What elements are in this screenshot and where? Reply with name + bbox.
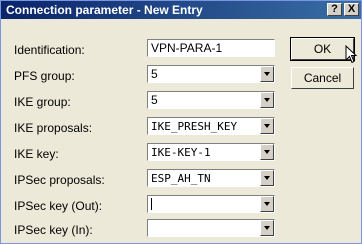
pfs-group-value: 5 bbox=[151, 67, 158, 81]
chevron-down-icon[interactable] bbox=[260, 220, 274, 236]
chevron-down-icon[interactable] bbox=[260, 170, 274, 186]
cancel-button[interactable]: Cancel bbox=[291, 67, 354, 89]
dialog-window: Connection parameter - New Entry ? X Ide… bbox=[0, 0, 362, 244]
identification-field[interactable]: VPN-PARA-1 bbox=[147, 39, 275, 57]
ike-group-select[interactable]: 5 bbox=[147, 91, 275, 109]
ipsec-proposals-label: IPSec proposals: bbox=[14, 173, 105, 187]
chevron-down-icon[interactable] bbox=[260, 66, 274, 82]
close-button[interactable]: X bbox=[344, 3, 359, 16]
help-icon: ? bbox=[331, 3, 338, 15]
cancel-button-label: Cancel bbox=[303, 71, 342, 85]
ike-proposals-select[interactable]: IKE_PRESH_KEY bbox=[147, 117, 275, 135]
text-caret bbox=[151, 198, 152, 210]
ike-key-label: IKE key: bbox=[14, 147, 59, 161]
chevron-down-icon[interactable] bbox=[260, 92, 274, 108]
ok-button-label: OK bbox=[313, 42, 332, 56]
identification-label: Identification: bbox=[14, 43, 85, 57]
window-title: Connection parameter - New Entry bbox=[6, 3, 203, 17]
ike-group-value: 5 bbox=[151, 93, 158, 107]
ipsec-proposals-select[interactable]: ESP_AH_TN bbox=[147, 169, 275, 187]
help-button[interactable]: ? bbox=[327, 3, 342, 16]
chevron-down-icon[interactable] bbox=[260, 118, 274, 134]
mouse-pointer-icon bbox=[345, 45, 358, 64]
ipsec-proposals-value: ESP_AH_TN bbox=[151, 172, 211, 185]
ike-key-select[interactable]: IKE-KEY-1 bbox=[147, 143, 275, 161]
title-bar: Connection parameter - New Entry bbox=[1, 1, 361, 19]
ipsec-key-out-select[interactable] bbox=[147, 195, 275, 213]
ike-group-label: IKE group: bbox=[14, 95, 71, 109]
pfs-group-label: PFS group: bbox=[14, 69, 75, 83]
ike-proposals-label: IKE proposals: bbox=[14, 121, 93, 135]
ipsec-key-in-select[interactable] bbox=[147, 219, 275, 237]
chevron-down-icon[interactable] bbox=[260, 196, 274, 212]
identification-value: VPN-PARA-1 bbox=[151, 41, 223, 55]
close-icon: X bbox=[347, 3, 356, 15]
ipsec-key-in-label: IPSec key (In): bbox=[14, 223, 93, 237]
chevron-down-icon[interactable] bbox=[260, 144, 274, 160]
ike-key-value: IKE-KEY-1 bbox=[151, 146, 211, 159]
ike-proposals-value: IKE_PRESH_KEY bbox=[151, 120, 238, 133]
pfs-group-select[interactable]: 5 bbox=[147, 65, 275, 83]
ipsec-key-out-label: IPSec key (Out): bbox=[14, 199, 103, 213]
